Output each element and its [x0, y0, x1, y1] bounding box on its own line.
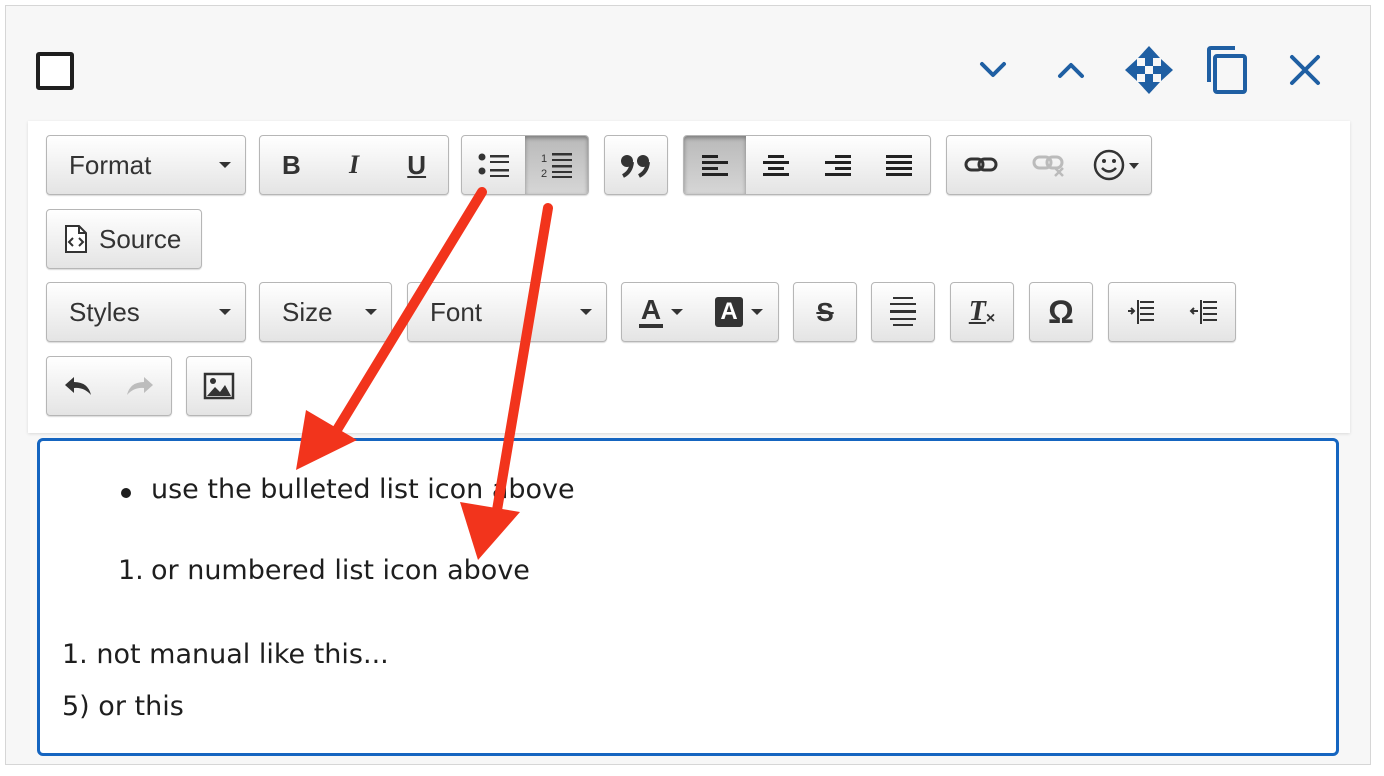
source-button[interactable]: Source — [47, 210, 201, 268]
source-label: Source — [99, 223, 182, 254]
outdent-button[interactable] — [1109, 283, 1172, 341]
emoji-button[interactable] — [1083, 136, 1151, 194]
format-dropdown[interactable]: Format — [46, 135, 246, 195]
chevron-down-icon — [365, 309, 377, 315]
styles-label: Styles — [69, 296, 140, 327]
editor-widget-frame: Format B I U 1 2 Source Styles Size Font… — [5, 5, 1371, 765]
move-icon[interactable] — [1121, 42, 1177, 98]
editor-content-area[interactable]: use the bulleted list icon above 1. or n… — [37, 438, 1339, 756]
indent-button[interactable] — [1172, 283, 1235, 341]
outdent-icon — [1127, 300, 1154, 324]
manual-parenthesis-line: 5) or this — [62, 691, 184, 722]
size-label: Size — [282, 296, 333, 327]
remove-format-button[interactable]: T × — [951, 283, 1013, 341]
image-group — [186, 356, 252, 416]
special-char-group: Ω — [1029, 282, 1093, 342]
numbered-list-marker: 1. — [118, 555, 144, 586]
align-left-button[interactable] — [684, 136, 746, 194]
image-icon — [203, 372, 235, 400]
bulleted-list-item: use the bulleted list icon above — [151, 474, 575, 505]
svg-text:2: 2 — [541, 168, 547, 180]
clear-format-icon: T — [968, 296, 986, 327]
chevron-down-icon — [219, 162, 231, 168]
strikethrough-button[interactable]: S — [794, 283, 856, 341]
numbered-list-item: or numbered list icon above — [151, 555, 530, 586]
source-group: Source — [46, 209, 202, 269]
chevron-up-icon[interactable] — [1043, 42, 1099, 98]
redo-icon — [127, 377, 153, 395]
blockquote-group — [604, 135, 668, 195]
strike-group: S — [793, 282, 857, 342]
manual-numbered-line: 1. not manual like this... — [62, 639, 389, 670]
indent-icon — [1189, 300, 1217, 324]
undo-icon — [65, 377, 91, 395]
font-dropdown[interactable]: Font — [407, 282, 607, 342]
chevron-down-icon — [219, 309, 231, 315]
color-group: A A — [621, 282, 779, 342]
numbered-list-icon: 1 2 — [541, 153, 572, 180]
unlink-button[interactable] — [1015, 136, 1083, 194]
numbered-list-button[interactable]: 1 2 — [525, 136, 588, 194]
bulleted-list-icon — [478, 153, 509, 177]
link-icon — [964, 157, 998, 172]
history-group — [46, 356, 172, 416]
link-group — [946, 135, 1152, 195]
select-checkbox[interactable] — [36, 52, 74, 90]
bold-button[interactable]: B — [260, 136, 323, 194]
link-button[interactable] — [947, 136, 1015, 194]
align-right-icon — [824, 155, 851, 176]
text-color-button[interactable]: A — [622, 283, 700, 341]
align-left-icon — [701, 155, 728, 176]
chevron-down-icon — [671, 309, 684, 315]
justify-button[interactable] — [869, 136, 931, 194]
chevron-down-icon[interactable] — [965, 42, 1021, 98]
italic-button[interactable]: I — [323, 136, 386, 194]
underline-button[interactable]: U — [385, 136, 448, 194]
size-dropdown[interactable]: Size — [259, 282, 392, 342]
background-color-icon: A — [715, 297, 743, 327]
indent-group — [1108, 282, 1236, 342]
horizontal-rule-icon — [890, 297, 916, 326]
align-center-icon — [763, 155, 790, 176]
align-right-button[interactable] — [807, 136, 869, 194]
format-label: Format — [69, 149, 152, 180]
smiley-icon — [1093, 149, 1139, 181]
copy-icon[interactable] — [1199, 42, 1255, 98]
alignment-group — [683, 135, 931, 195]
chevron-down-icon — [580, 309, 592, 315]
horizontal-rule-button[interactable] — [872, 283, 934, 341]
horizontal-rule-group — [871, 282, 935, 342]
widget-header — [6, 6, 1370, 121]
unlink-icon — [1032, 155, 1064, 177]
blockquote-button[interactable] — [605, 136, 667, 194]
remove-format-group: T × — [950, 282, 1014, 342]
bullet-marker — [121, 488, 131, 498]
align-center-button[interactable] — [746, 136, 808, 194]
undo-button[interactable] — [47, 357, 109, 415]
styles-dropdown[interactable]: Styles — [46, 282, 246, 342]
list-group: 1 2 — [461, 135, 589, 195]
bulleted-list-button[interactable] — [462, 136, 525, 194]
background-color-button[interactable]: A — [700, 283, 778, 341]
redo-button[interactable] — [109, 357, 171, 415]
text-color-icon: A — [638, 296, 664, 328]
image-button[interactable] — [187, 357, 251, 415]
font-label: Font — [430, 296, 483, 327]
editor-toolbar-panel: Format B I U 1 2 Source Styles Size Font… — [28, 121, 1350, 433]
quote-icon — [621, 155, 650, 178]
clear-x-icon: × — [985, 310, 996, 327]
align-justify-icon — [886, 155, 913, 176]
source-code-icon — [65, 225, 87, 253]
chevron-down-icon — [750, 309, 763, 315]
basic-styles-group: B I U — [259, 135, 449, 195]
special-character-button[interactable]: Ω — [1030, 283, 1092, 341]
close-icon[interactable] — [1277, 42, 1333, 98]
svg-text:1: 1 — [541, 153, 547, 165]
